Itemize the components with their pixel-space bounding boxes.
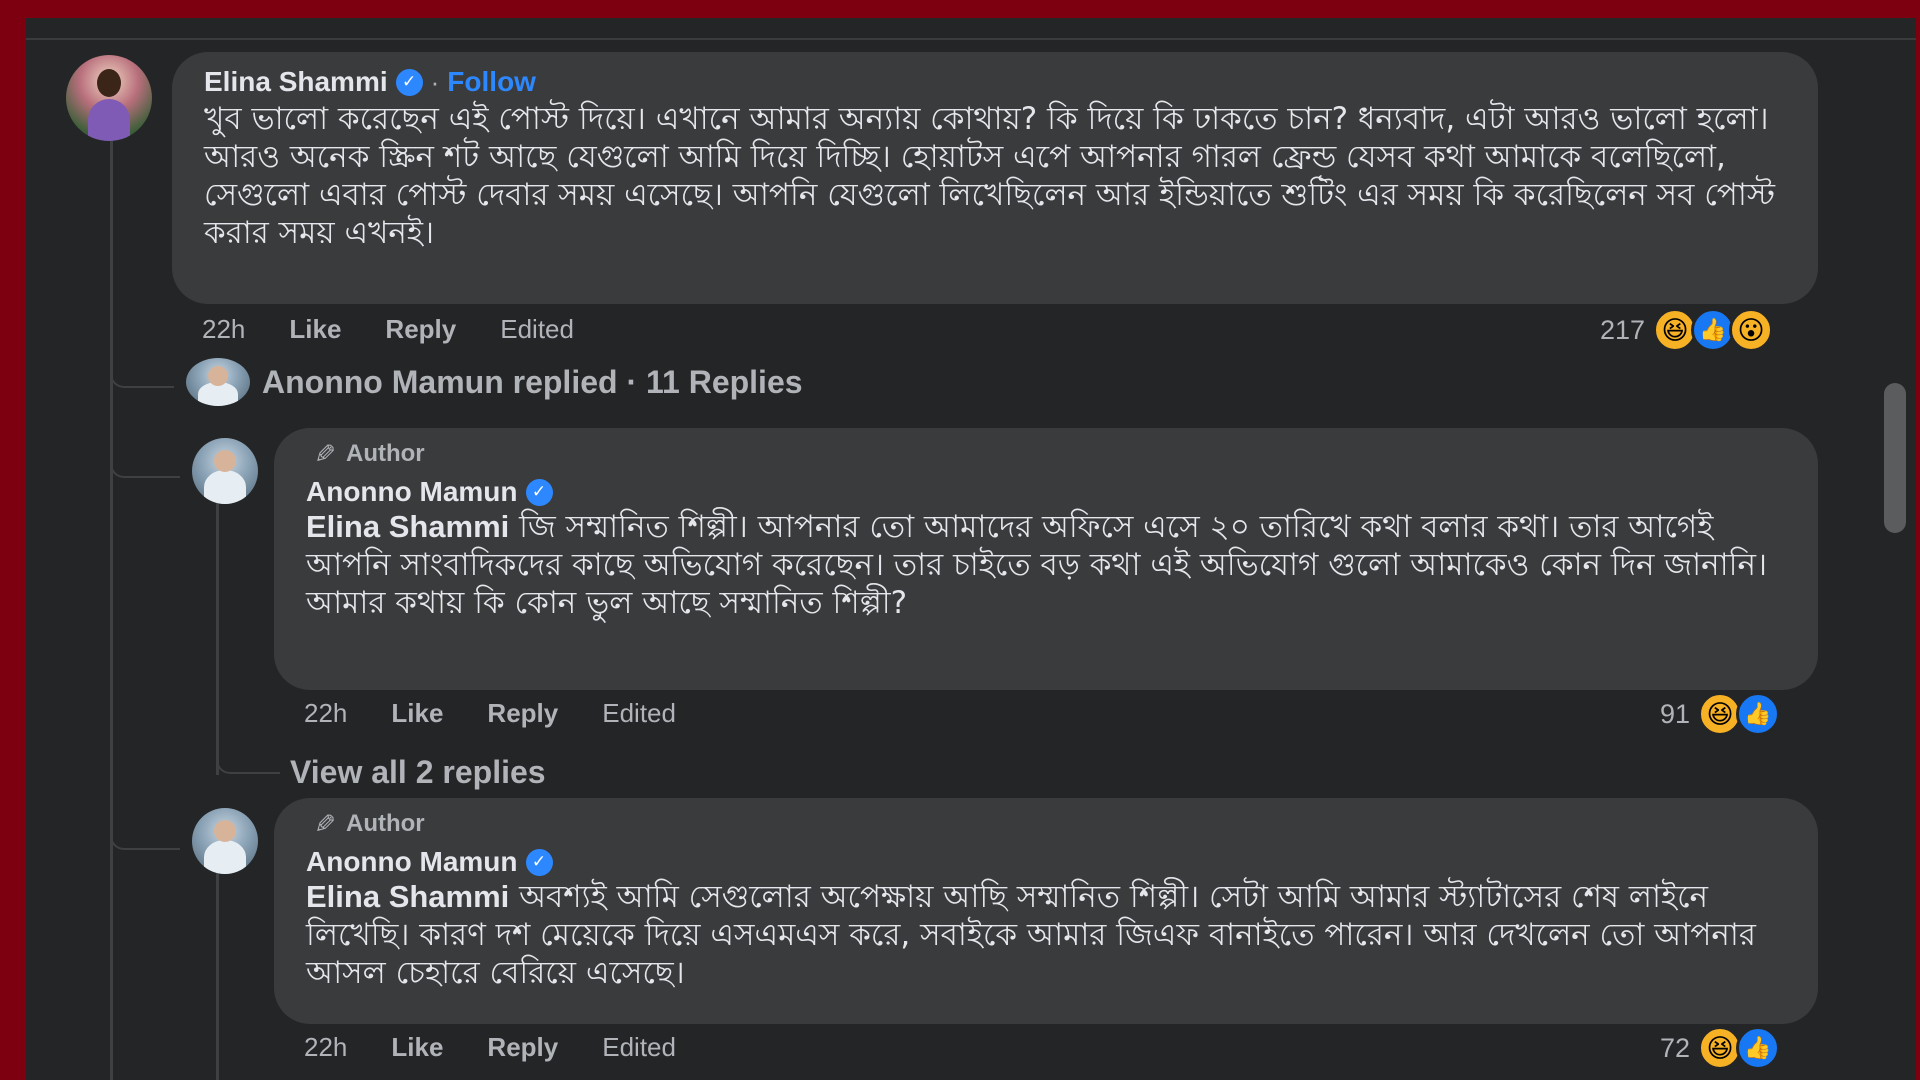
reply-actions: 22h Like Reply Edited [304, 1032, 676, 1063]
timestamp[interactable]: 22h [304, 1032, 347, 1063]
avatar[interactable] [192, 808, 258, 874]
author-badge: ✎ Author [306, 439, 425, 469]
edited-label: Edited [602, 698, 676, 728]
reaction-count: 217 [1600, 314, 1646, 345]
edited-label: Edited [602, 1032, 676, 1062]
scrollbar-thumb[interactable] [1884, 383, 1906, 533]
avatar[interactable] [192, 438, 258, 504]
author-name[interactable]: Anonno Mamun [306, 476, 518, 508]
comment-text: খুব ভালো করেছেন এই পোস্ট দিয়ে। এখানে আম… [204, 101, 1775, 251]
avatar[interactable] [186, 358, 250, 406]
wow-reaction-icon: 😮 [1729, 308, 1774, 352]
thread-line [110, 130, 113, 1080]
like-button[interactable]: Like [391, 1032, 443, 1063]
like-button[interactable]: Like [391, 698, 443, 729]
reply-text: Elina Shammi জি সম্মানিত শিল্পী। আপনার ত… [306, 508, 1786, 622]
reply-text: Elina Shammi অবশ্যই আমি সেগুলোর অপেক্ষায… [306, 878, 1786, 992]
view-replies-link[interactable]: Anonno Mamun replied · 11 Replies [262, 364, 803, 401]
mention-link[interactable]: Elina Shammi [306, 879, 509, 914]
reply-button[interactable]: Reply [487, 1032, 558, 1063]
mention-link[interactable]: Elina Shammi [306, 509, 509, 544]
verified-badge-icon: ✓ [525, 478, 553, 506]
view-all-replies-link[interactable]: View all 2 replies [290, 754, 546, 791]
thread-elbow [216, 730, 280, 774]
like-reaction-icon: 👍 [1736, 692, 1781, 736]
reaction-count: 91 [1660, 698, 1691, 729]
reply-button[interactable]: Reply [487, 698, 558, 729]
reply-header: Anonno Mamun ✓ [306, 846, 553, 878]
comment-bubble: Elina Shammi ✓ · Follow খুব ভালো করেছেন … [172, 52, 1818, 304]
follow-button[interactable]: Follow [447, 66, 536, 98]
avatar[interactable] [66, 55, 152, 141]
reply-button[interactable]: Reply [385, 314, 456, 345]
timestamp[interactable]: 22h [202, 314, 245, 345]
separator: · [430, 66, 440, 97]
author-badge: ✎ Author [306, 809, 425, 839]
reply-bubble: ✎ Author Anonno Mamun ✓ Elina Shammi অবশ… [274, 798, 1818, 1024]
comment-actions: 22h Like Reply Edited [202, 314, 574, 345]
comment-header: Elina Shammi ✓ · Follow [204, 66, 536, 98]
verified-badge-icon: ✓ [525, 848, 553, 876]
author-badge-label: Author [346, 440, 425, 467]
reaction-summary[interactable]: 91 😆 👍 [1660, 692, 1781, 736]
edited-label: Edited [500, 314, 574, 344]
thread-line [216, 870, 219, 1080]
replied-summary: Anonno Mamun replied · 11 Replies [262, 364, 803, 400]
reaction-summary[interactable]: 72 😆 👍 [1660, 1026, 1781, 1070]
like-reaction-icon: 👍 [1736, 1026, 1781, 1070]
timestamp[interactable]: 22h [304, 698, 347, 729]
pencil-icon: ✎ [314, 439, 336, 469]
divider [26, 38, 1916, 40]
like-button[interactable]: Like [289, 314, 341, 345]
reply-header: Anonno Mamun ✓ [306, 476, 553, 508]
reaction-count: 72 [1660, 1032, 1691, 1063]
comments-panel: Elina Shammi ✓ · Follow খুব ভালো করেছেন … [26, 18, 1916, 1080]
thread-elbow [110, 348, 174, 388]
reply-actions: 22h Like Reply Edited [304, 698, 676, 729]
author-name[interactable]: Elina Shammi [204, 66, 388, 98]
thread-elbow [110, 436, 180, 478]
reply-bubble: ✎ Author Anonno Mamun ✓ Elina Shammi জি … [274, 428, 1818, 690]
verified-badge-icon: ✓ [395, 68, 423, 96]
reply-body: অবশ্যই আমি সেগুলোর অপেক্ষায় আছি সম্মানি… [306, 879, 1756, 991]
reaction-summary[interactable]: 217 😆 👍 😮 [1600, 308, 1774, 352]
pencil-icon: ✎ [314, 809, 336, 839]
reply-body: জি সম্মানিত শিল্পী। আপনার তো আমাদের অফিস… [306, 509, 1768, 621]
thread-elbow [110, 798, 180, 850]
author-name[interactable]: Anonno Mamun [306, 846, 518, 878]
author-badge-label: Author [346, 810, 425, 837]
